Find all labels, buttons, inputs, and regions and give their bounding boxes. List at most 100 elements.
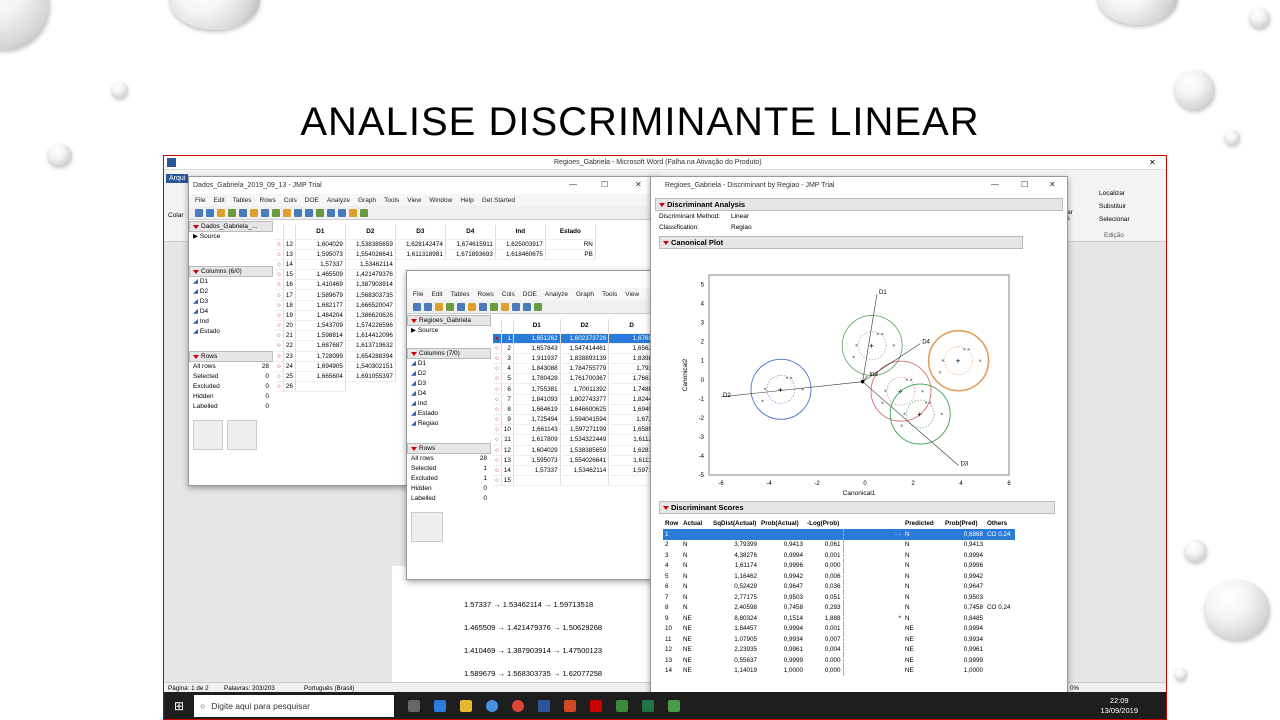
- cell[interactable]: [513, 475, 561, 487]
- cell[interactable]: 1,613719632: [345, 340, 396, 352]
- cell[interactable]: PB: [545, 249, 596, 260]
- language[interactable]: Português (Brasil): [304, 685, 354, 692]
- menu-item[interactable]: Tables: [233, 197, 252, 204]
- rows-panel-header[interactable]: Rows: [189, 351, 273, 362]
- table-row[interactable]: ○ 7 1,841093 1,802743377 1,8244: [493, 394, 655, 405]
- column-item[interactable]: ◢ Ind: [193, 317, 273, 327]
- cell[interactable]: 1,6940: [608, 404, 655, 416]
- discriminant-section-header[interactable]: Discriminant Analysis: [655, 198, 1063, 211]
- column-item[interactable]: ◢ D3: [193, 297, 273, 307]
- menu-item[interactable]: Tools: [602, 291, 617, 298]
- score-row[interactable]: 13 NE 0,55637 0,9999 0,000 NE 0,9999: [663, 655, 1015, 666]
- cell[interactable]: 1,7663: [608, 373, 655, 385]
- cell[interactable]: 1,682177: [295, 300, 346, 311]
- score-row[interactable]: 14 NE 1,14019 1,0000 0,000 NE 1,0000: [663, 665, 1015, 676]
- cell[interactable]: 1,694905: [295, 361, 346, 372]
- cell[interactable]: 1,6589: [608, 424, 655, 436]
- cell[interactable]: 1,780428: [513, 373, 561, 385]
- column-item[interactable]: ◢ D2: [411, 369, 491, 379]
- maximize-icon[interactable]: ☐: [1021, 180, 1028, 189]
- column-header[interactable]: D2: [345, 225, 396, 240]
- column-item[interactable]: ◢ Estado: [193, 327, 273, 337]
- menu-item[interactable]: Cols: [502, 291, 515, 298]
- cell[interactable]: 1,725494: [513, 414, 561, 426]
- cell[interactable]: 1,665604: [295, 371, 346, 383]
- explorer-icon[interactable]: [460, 699, 473, 712]
- cell[interactable]: 1,53462114: [560, 465, 610, 477]
- cell[interactable]: 1,6112: [608, 434, 655, 446]
- cell[interactable]: 1,802743377: [560, 394, 610, 405]
- table-row[interactable]: ○ 14 1,57337 1,53462114 1,5971: [493, 465, 655, 477]
- menu-item[interactable]: Tables: [451, 291, 470, 298]
- score-row[interactable]: 12 NE 2,23935 0,9961 0,004 NE 0,9961: [663, 644, 1015, 655]
- column-header[interactable]: Ind: [495, 225, 546, 240]
- cell[interactable]: 1,538385659: [345, 239, 396, 250]
- columns-panel-header[interactable]: Columns (6/0): [189, 266, 273, 277]
- table-row[interactable]: ● 1 1,651262 1,602373726 1,6768: [493, 333, 655, 344]
- table-row[interactable]: ○ 8 1,664619 1,646600625 1,6940: [493, 404, 655, 416]
- column-header[interactable]: D2: [560, 319, 610, 334]
- score-row[interactable]: 3 N 4,38276 0,9994 0,001 N 0,9994: [663, 550, 1015, 561]
- menu-item[interactable]: Graph: [358, 197, 376, 204]
- close-icon[interactable]: ✕: [635, 180, 642, 189]
- table-row[interactable]: ○ 13 1,595073 1,554026641 1,611318981 1,67189…: [275, 249, 596, 260]
- cell[interactable]: 1,617809: [513, 434, 561, 446]
- cell[interactable]: 1,595073: [295, 249, 346, 260]
- powerpoint-icon[interactable]: [564, 699, 577, 712]
- cell[interactable]: 1,594041594: [560, 414, 610, 426]
- table-row[interactable]: ○ 14 1,57337 1,53462114: [275, 259, 595, 271]
- cell[interactable]: 1,547414461: [560, 343, 610, 354]
- cell[interactable]: 1,6281: [608, 445, 655, 456]
- table-row[interactable]: ○ 9 1,725494 1,594041594 1,672: [493, 414, 655, 426]
- menu-item[interactable]: Analyze: [545, 291, 568, 298]
- cell[interactable]: 1,625003917: [495, 239, 546, 250]
- cell[interactable]: 1,671893693: [445, 249, 496, 260]
- table-row[interactable]: ○ 12 1,604029 1,538385659 1,6281: [493, 445, 655, 456]
- menu-item[interactable]: File: [413, 291, 423, 298]
- cell[interactable]: 1,841093: [513, 394, 561, 405]
- cell[interactable]: 1,646600625: [560, 404, 610, 416]
- column-header[interactable]: D1: [513, 319, 561, 334]
- score-row[interactable]: 5 N 1,16462 0,9942 0,006 N 0,9942: [663, 571, 1015, 582]
- table-row[interactable]: ○ 2 1,657843 1,547414461 1,6562: [493, 343, 655, 354]
- cell[interactable]: [295, 381, 346, 393]
- menu-item[interactable]: Graph: [576, 291, 594, 298]
- cell[interactable]: 1,728099: [295, 351, 346, 362]
- menu-item[interactable]: Edit: [213, 197, 224, 204]
- column-item[interactable]: ◢ D1: [411, 359, 491, 369]
- app-icon[interactable]: [616, 699, 629, 712]
- cell[interactable]: 1,843088: [513, 363, 561, 375]
- replace-button[interactable]: Substituir: [1099, 203, 1126, 210]
- cell[interactable]: 1,568303735: [345, 289, 396, 301]
- chrome-icon[interactable]: [486, 699, 499, 712]
- cell[interactable]: 1,57337: [295, 259, 346, 271]
- cell[interactable]: 1,421479376: [345, 269, 396, 281]
- table-row[interactable]: ○ 6 1,755381 1,70011392 1,7488: [493, 383, 655, 395]
- table-row[interactable]: ○ 5 1,780428 1,761700367 1,7663: [493, 373, 655, 385]
- cell[interactable]: [608, 475, 655, 487]
- maximize-icon[interactable]: ☐: [601, 180, 608, 189]
- cell[interactable]: 1,911937: [513, 353, 561, 365]
- menu-item[interactable]: DOE: [305, 197, 319, 204]
- table-row[interactable]: ○ 10 1,661143 1,597271199 1,6589: [493, 424, 655, 436]
- column-header[interactable]: D3: [395, 225, 446, 240]
- source-item[interactable]: ▶ Source: [189, 232, 273, 242]
- cell[interactable]: 1,664619: [513, 404, 561, 416]
- mcafee-icon[interactable]: [590, 699, 603, 712]
- cell[interactable]: 1,657843: [513, 343, 561, 354]
- score-row[interactable]: 6 N 0,52429 0,9647 0,036 N 0,9647: [663, 581, 1015, 592]
- cell[interactable]: 1,6113: [608, 455, 655, 466]
- jmp-icon[interactable]: [668, 699, 681, 712]
- windows-start-icon[interactable]: ⊞: [174, 699, 184, 713]
- cell[interactable]: 1,574226596: [345, 320, 396, 332]
- cell[interactable]: 1,691055397: [345, 371, 396, 383]
- minimize-icon[interactable]: —: [569, 180, 577, 189]
- task-view-icon[interactable]: [408, 699, 421, 712]
- column-header[interactable]: D1: [295, 225, 346, 240]
- close-icon[interactable]: ✕: [1049, 180, 1056, 189]
- score-row[interactable]: 2 N 3,79399 0,9413 0,061 N 0,9413: [663, 539, 1015, 550]
- table-row[interactable]: ○ 3 1,911937 1,838893139 1,8398: [493, 353, 655, 365]
- cell[interactable]: 1,604029: [513, 445, 561, 456]
- cell[interactable]: 1,628142474: [395, 239, 446, 250]
- menu-item[interactable]: Get Started: [482, 197, 515, 204]
